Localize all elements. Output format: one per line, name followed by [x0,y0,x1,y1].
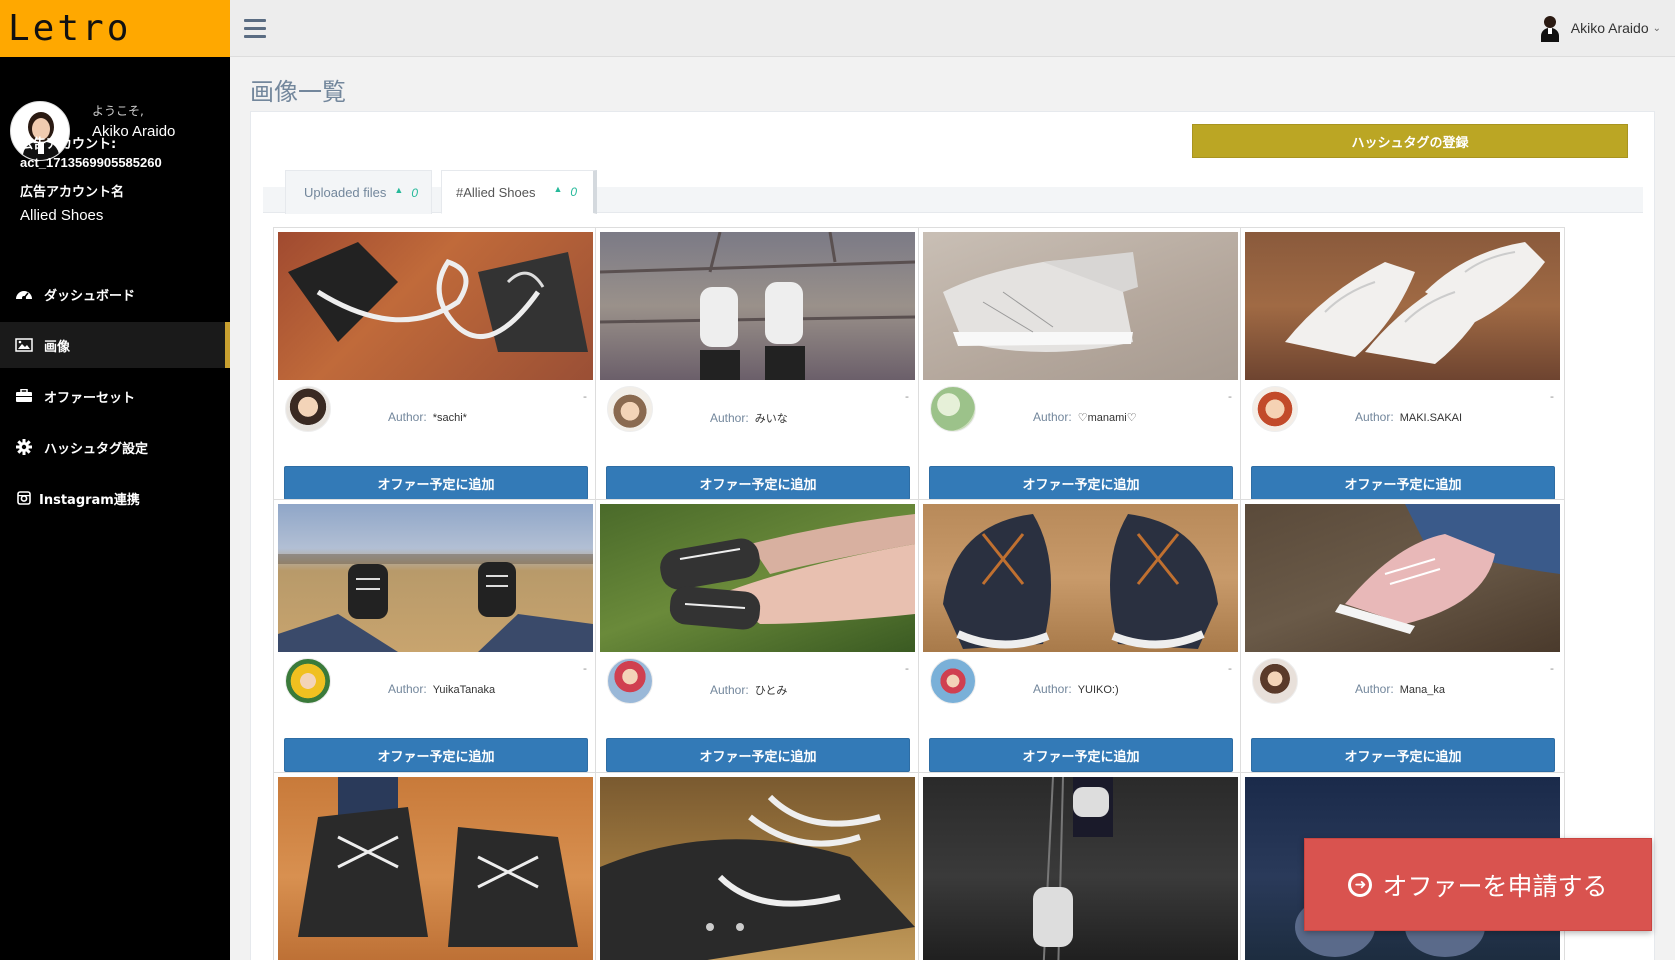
dashboard-icon [14,286,34,302]
tabs-bar: Uploaded files ▲ 0 #Allied Shoes ▲ 0 [263,170,1643,214]
arrow-circle-right-icon: ➜ [1348,872,1373,897]
author-avatar [285,658,331,704]
image-card [595,772,920,960]
welcome-text: ようこそ, [92,103,144,118]
author-name: Author: YUIKO:) [1033,682,1119,696]
sidebar-item-dashboard[interactable]: ダッシュボード [0,271,230,317]
ad-account-name-label: 広告アカウント名 [20,185,125,200]
tab-count: 0 [570,185,578,199]
author-name: Author: ♡manami♡ [1033,410,1137,424]
submit-offer-button[interactable]: ➜ オファーを申請する [1304,838,1652,931]
sort-up-icon: ▲ [394,184,404,195]
tab-uploaded-files[interactable]: Uploaded files ▲ 0 [285,170,432,214]
image-card: - Author: ♡manami♡ オファー予定に追加 [918,227,1243,509]
image-card [918,772,1243,960]
add-to-offer-button[interactable]: オファー予定に追加 [606,738,910,772]
author-name: Author: YuikaTanaka [388,682,496,696]
ad-account-label: 広告アカウント: [20,137,117,152]
sidebar: Letro ようこそ, Akiko Araido 広告アカウント: act_17… [0,0,230,960]
add-to-offer-button[interactable]: オファー予定に追加 [929,466,1233,500]
add-to-offer-button[interactable]: オファー予定に追加 [284,466,588,500]
topbar: Akiko Araido ⌄ [230,0,1675,57]
sidebar-item-offer-set[interactable]: オファーセット [0,373,230,419]
post-photo[interactable] [1245,504,1560,652]
author-avatar [1252,386,1298,432]
ad-account-name: Allied Shoes [20,207,104,224]
author-avatar [607,386,653,432]
post-photo[interactable] [923,232,1238,380]
sort-up-icon: ▲ [553,184,563,194]
post-photo[interactable] [1245,232,1560,380]
author-name: Author: みいな [710,411,788,425]
author-avatar [607,658,653,704]
post-photo[interactable] [600,777,915,960]
author-avatar [285,386,331,432]
author-name: Author: ひとみ [710,683,788,697]
sidebar-item-instagram[interactable]: Instagram連携 [0,475,230,521]
page-title: 画像一覧 [250,78,346,106]
add-to-offer-button[interactable]: オファー予定に追加 [284,738,588,772]
ad-account-info: 広告アカウント: act_1713569905585260 [20,136,162,172]
image-card: - Author: Mana_ka オファー予定に追加 [1240,499,1565,781]
user-avatar [1537,14,1563,42]
instagram-icon [14,490,34,506]
image-card: - Author: *sachi* オファー予定に追加 [273,227,598,509]
post-photo[interactable] [278,504,593,652]
post-photo[interactable] [923,504,1238,652]
post-photo[interactable] [278,777,593,960]
post-photo[interactable] [600,232,915,380]
tab-count: 0 [411,185,418,200]
user-menu[interactable]: Akiko Araido ⌄ [1537,14,1661,42]
author-name: Author: MAKI.SAKAI [1355,410,1463,424]
author-name: Author: Mana_ka [1355,682,1445,696]
images-panel: ハッシュタグの登録 Uploaded files ▲ 0 #Allied Sho… [250,111,1655,960]
briefcase-icon [14,388,34,404]
add-to-offer-button[interactable]: オファー予定に追加 [1251,466,1555,500]
author-avatar [930,658,976,704]
ad-account-id: act_1713569905585260 [20,155,162,170]
register-hashtag-button[interactable]: ハッシュタグの登録 [1192,124,1628,158]
image-card: - Author: YUIKO:) オファー予定に追加 [918,499,1243,781]
image-card [273,772,598,960]
menu-toggle-icon[interactable] [244,19,266,38]
chevron-down-icon: ⌄ [1652,22,1661,34]
image-card: - Author: YuikaTanaka オファー予定に追加 [273,499,598,781]
post-photo[interactable] [600,504,915,652]
author-avatar [1252,658,1298,704]
sidebar-item-images[interactable]: 画像 [0,322,230,368]
image-card: - Author: MAKI.SAKAI オファー予定に追加 [1240,227,1565,509]
app-logo[interactable]: Letro [0,0,230,57]
add-to-offer-button[interactable]: オファー予定に追加 [1251,738,1555,772]
ad-account-name-info: 広告アカウント名 Allied Shoes [20,184,124,225]
add-to-offer-button[interactable]: オファー予定に追加 [929,738,1233,772]
post-photo[interactable] [923,777,1238,960]
add-to-offer-button[interactable]: オファー予定に追加 [606,466,910,500]
author-avatar [930,386,976,432]
sidebar-nav: ダッシュボード 画像 オファーセット ハッシュタグ設定 Instagram連携 [0,271,230,526]
post-photo[interactable] [278,232,593,380]
image-icon [14,337,34,353]
tab-allied-shoes[interactable]: #Allied Shoes ▲ 0 [441,170,597,214]
topbar-user-name: Akiko Araido [1570,20,1649,36]
gear-icon [14,439,34,455]
sidebar-item-hashtag-settings[interactable]: ハッシュタグ設定 [0,424,230,470]
image-card: - Author: ひとみ オファー予定に追加 [595,499,920,781]
image-card: - Author: みいな オファー予定に追加 [595,227,920,509]
author-name: Author: *sachi* [388,410,467,424]
